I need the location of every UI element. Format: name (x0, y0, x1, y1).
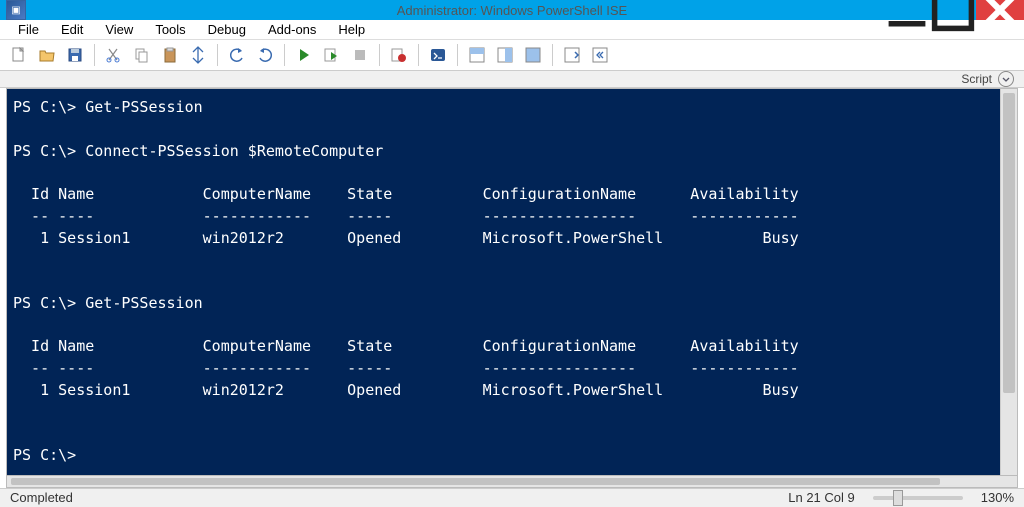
new-file-button[interactable] (6, 42, 32, 68)
cursor-position: Ln 21 Col 9 (788, 490, 855, 505)
toolbar (0, 40, 1024, 71)
show-commands-button[interactable] (559, 42, 585, 68)
run-selection-button[interactable] (319, 42, 345, 68)
zoom-percent: 130% (981, 490, 1014, 505)
console-pane: PS C:\> Get-PSSession PS C:\> Connect-PS… (6, 88, 1018, 476)
toolbar-separator (217, 44, 218, 66)
vertical-scrollbar[interactable] (1000, 89, 1017, 475)
paste-button[interactable] (157, 42, 183, 68)
toolbar-separator (418, 44, 419, 66)
menu-tools[interactable]: Tools (145, 20, 195, 39)
title-bar: ▣ Administrator: Windows PowerShell ISE (0, 0, 1024, 20)
cut-button[interactable] (101, 42, 127, 68)
run-script-button[interactable] (291, 42, 317, 68)
remote-button[interactable] (425, 42, 451, 68)
horizontal-scrollbar[interactable] (6, 476, 1018, 488)
scrollbar-thumb[interactable] (1003, 93, 1015, 393)
minimize-button[interactable] (884, 0, 930, 20)
zoom-slider[interactable] (873, 496, 963, 500)
show-addon-button[interactable] (587, 42, 613, 68)
menu-bar: File Edit View Tools Debug Add-ons Help (0, 20, 1024, 40)
window-buttons (884, 0, 1024, 20)
menu-edit[interactable]: Edit (51, 20, 93, 39)
undo-button[interactable] (224, 42, 250, 68)
script-pane-label-bar: Script (0, 71, 1024, 88)
redo-button[interactable] (252, 42, 278, 68)
scrollbar-thumb[interactable] (11, 478, 940, 485)
script-label: Script (961, 72, 992, 86)
stop-button[interactable] (347, 42, 373, 68)
close-button[interactable] (976, 0, 1024, 20)
maximize-button[interactable] (930, 0, 976, 20)
menu-view[interactable]: View (95, 20, 143, 39)
status-bar: Completed Ln 21 Col 9 130% (0, 488, 1024, 507)
zoom-knob[interactable] (893, 490, 903, 506)
show-script-pane-top-button[interactable] (464, 42, 490, 68)
save-button[interactable] (62, 42, 88, 68)
expand-script-pane-button[interactable] (998, 71, 1014, 87)
menu-file[interactable]: File (8, 20, 49, 39)
open-file-button[interactable] (34, 42, 60, 68)
toolbar-separator (379, 44, 380, 66)
menu-addons[interactable]: Add-ons (258, 20, 326, 39)
show-script-pane-right-button[interactable] (492, 42, 518, 68)
toolbar-separator (552, 44, 553, 66)
show-script-pane-max-button[interactable] (520, 42, 546, 68)
breakpoint-button[interactable] (386, 42, 412, 68)
toolbar-separator (284, 44, 285, 66)
toolbar-separator (94, 44, 95, 66)
window-title: Administrator: Windows PowerShell ISE (397, 3, 627, 18)
toolbar-separator (457, 44, 458, 66)
app-icon: ▣ (6, 0, 26, 20)
console-output[interactable]: PS C:\> Get-PSSession PS C:\> Connect-PS… (7, 89, 1000, 475)
menu-debug[interactable]: Debug (198, 20, 256, 39)
find-button[interactable] (185, 42, 211, 68)
copy-button[interactable] (129, 42, 155, 68)
menu-help[interactable]: Help (328, 20, 375, 39)
status-text: Completed (10, 490, 73, 505)
